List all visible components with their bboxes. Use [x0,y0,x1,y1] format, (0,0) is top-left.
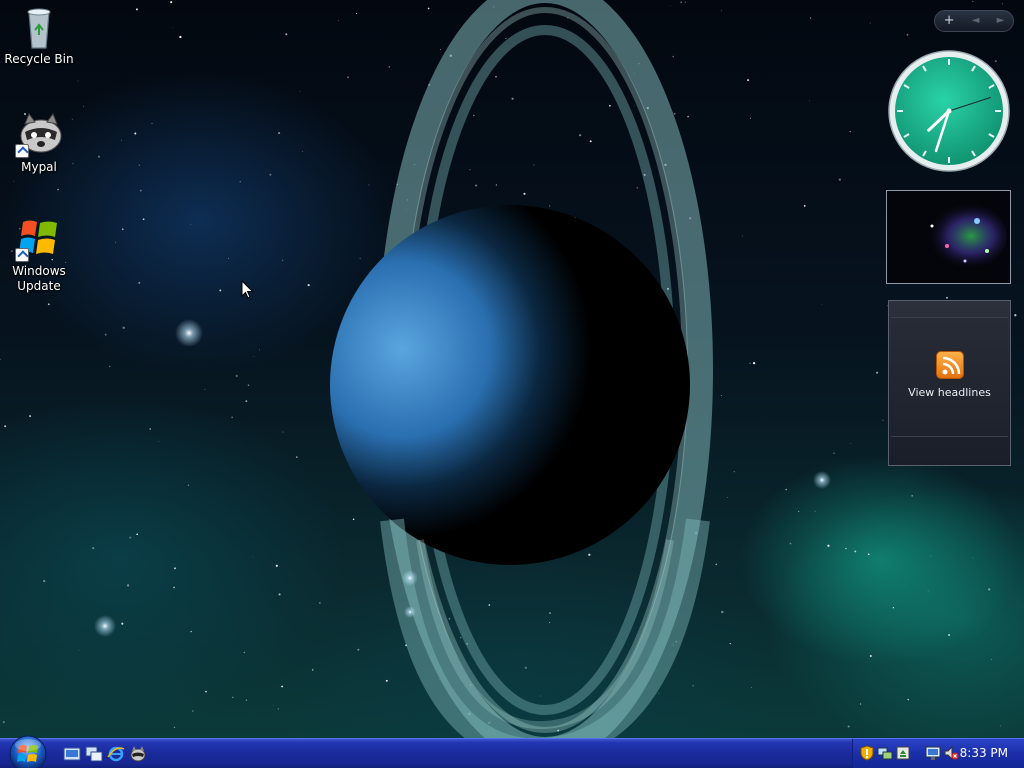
start-button[interactable] [8,734,48,768]
add-gadget-button[interactable]: + [944,11,955,31]
analog-clock [888,50,1010,172]
slideshow-gadget[interactable] [886,190,1011,284]
show-desktop-icon[interactable] [63,745,81,763]
view-headlines-link[interactable]: View headlines [889,386,1010,399]
sidebar-toolbar: + ◄ ► [934,10,1014,32]
system-tray: 8:33 PM [852,739,1024,768]
shortcut-arrow-icon [15,248,29,262]
switch-windows-icon[interactable] [85,745,103,763]
rss-feed-icon [936,351,964,379]
desktop-icon-recycle-bin[interactable]: Recycle Bin [1,2,77,67]
windows-orb-icon [9,735,47,768]
safely-remove-icon[interactable] [895,745,911,761]
planet-wallpaper-art [0,0,1017,738]
desktop-icon-mypal[interactable]: Mypal [1,110,77,175]
taskbar: 8:33 PM [0,735,1024,768]
slideshow-image [887,191,1010,283]
feed-headlines-gadget[interactable]: View headlines [888,300,1011,466]
previous-page-button[interactable]: ◄ [972,11,980,31]
desktop-wallpaper[interactable] [0,0,1024,738]
mouse-pointer-icon [241,279,255,304]
taskbar-clock[interactable]: 8:33 PM [960,746,1008,760]
recycle-bin-icon [15,2,63,50]
mypal-icon[interactable] [129,745,147,763]
desktop-icon-label: Mypal [21,160,57,174]
desktop-icon-label: Recycle Bin [4,52,74,66]
shortcut-arrow-icon [15,144,29,158]
desktop-icon-label: Windows Update [12,264,66,293]
clock-gadget[interactable] [886,48,1012,174]
windows-update-icon [15,214,63,262]
security-shield-icon[interactable] [859,745,875,761]
next-page-button[interactable]: ► [997,11,1005,31]
network-icon[interactable] [877,745,893,761]
quick-launch-toolbar [63,745,147,763]
mypal-raccoon-icon [15,110,63,158]
volume-muted-icon[interactable] [943,745,959,761]
network-connection-icon[interactable] [925,745,941,761]
internet-explorer-icon[interactable] [107,745,125,763]
desktop-icon-windows-update[interactable]: Windows Update [1,214,77,294]
